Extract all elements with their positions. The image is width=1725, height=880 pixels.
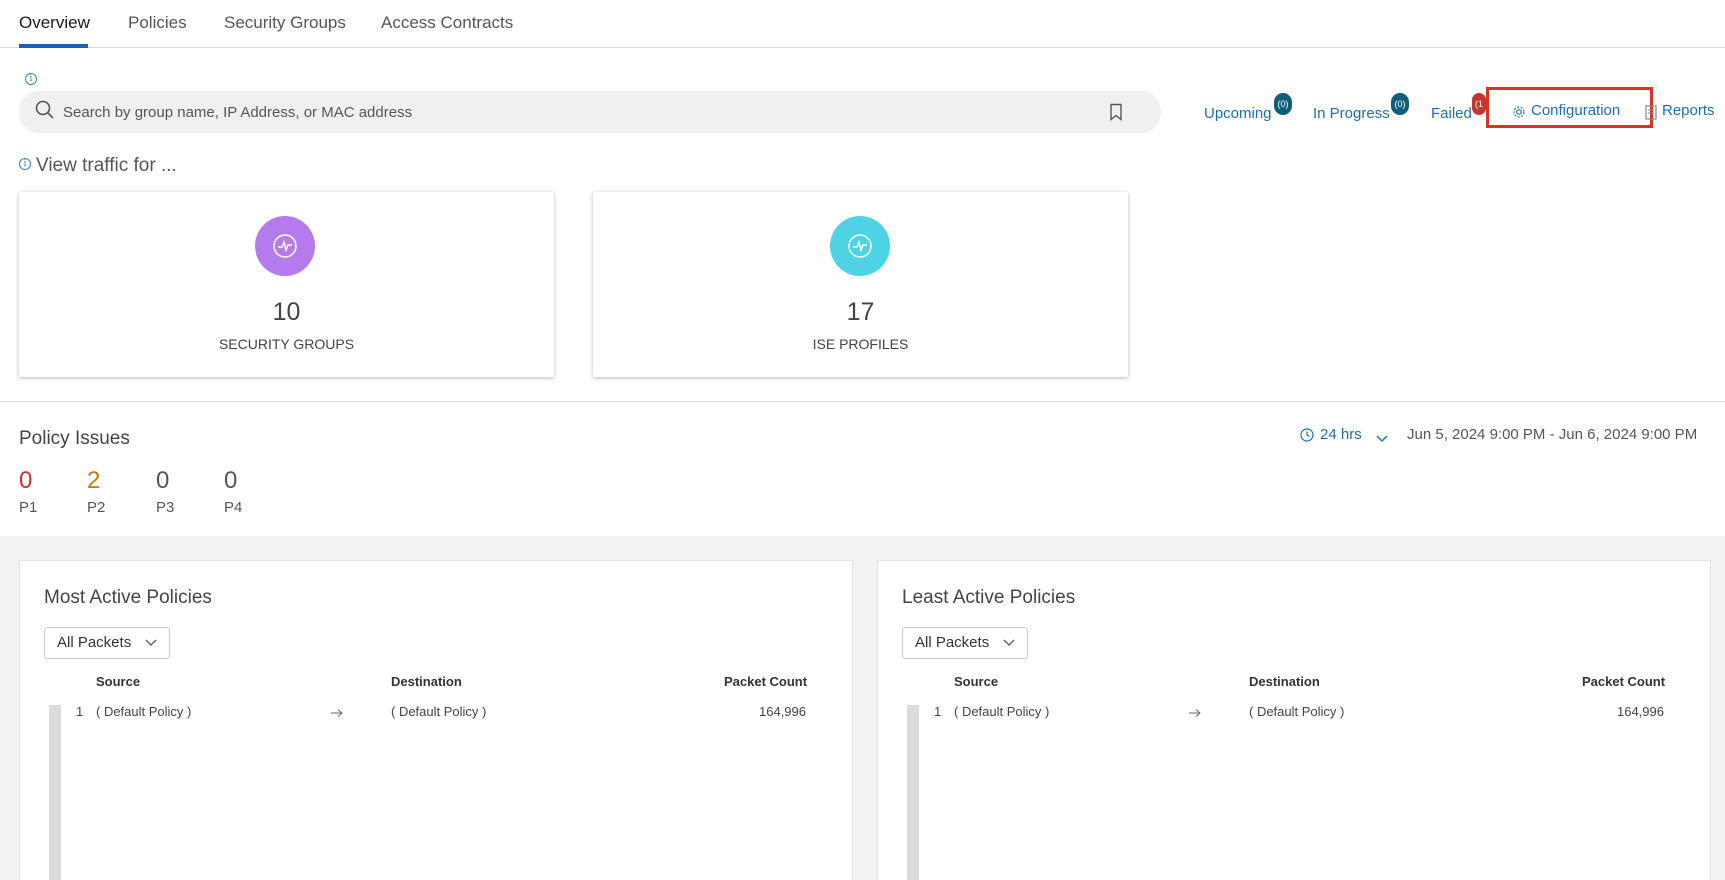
- upcoming-count-badge: (0): [1274, 93, 1292, 115]
- activity-icon: [273, 234, 297, 258]
- tab-bar: Overview Policies Security Groups Access…: [0, 0, 1725, 48]
- failed-link[interactable]: Failed: [1431, 105, 1472, 122]
- column-header-packet-count: Packet Count: [1582, 674, 1666, 689]
- arrow-right-icon: [1188, 705, 1202, 723]
- p2-value: 2: [87, 467, 101, 494]
- most-active-policies-panel: Most Active Policies All Packets Source …: [19, 560, 853, 880]
- column-header-destination: Destination: [1249, 674, 1320, 689]
- time-range-selector[interactable]: 24 hrs: [1320, 426, 1362, 443]
- row-index: 1: [76, 704, 84, 719]
- info-icon[interactable]: i: [19, 158, 31, 170]
- ise-profiles-label: ISE PROFILES: [812, 336, 909, 352]
- row-source[interactable]: ( Default Policy ): [96, 704, 191, 719]
- row-destination[interactable]: ( Default Policy ): [391, 704, 486, 719]
- dropdown-value: All Packets: [57, 634, 132, 651]
- upcoming-link[interactable]: Upcoming: [1204, 105, 1272, 122]
- row-packet-count: 164,996: [1617, 704, 1664, 719]
- search-icon: [35, 100, 55, 125]
- section-divider: [0, 401, 1725, 402]
- search-bar: [19, 91, 1161, 133]
- arrow-right-icon: [330, 705, 344, 723]
- chevron-down-icon: [145, 639, 157, 646]
- security-groups-count: 10: [272, 298, 301, 326]
- chevron-down-icon[interactable]: [1376, 430, 1388, 448]
- date-range: Jun 5, 2024 9:00 PM - Jun 6, 2024 9:00 P…: [1407, 426, 1698, 443]
- packets-filter-dropdown[interactable]: All Packets: [44, 627, 170, 659]
- panel-title: Least Active Policies: [902, 587, 1076, 608]
- security-groups-label: SECURITY GROUPS: [218, 336, 355, 352]
- least-active-policies-panel: Least Active Policies All Packets Source…: [877, 560, 1711, 880]
- row-packet-count: 164,996: [759, 704, 806, 719]
- in-progress-link[interactable]: In Progress: [1313, 105, 1390, 122]
- row-destination[interactable]: ( Default Policy ): [1249, 704, 1344, 719]
- row-source[interactable]: ( Default Policy ): [954, 704, 1049, 719]
- p2-label: P2: [87, 499, 106, 516]
- highlight-box: [1486, 87, 1653, 128]
- tab-policies[interactable]: Policies: [128, 13, 187, 33]
- activity-icon-circle: [255, 216, 315, 276]
- p4-label: P4: [224, 499, 243, 516]
- view-traffic-heading: View traffic for ...: [36, 155, 177, 176]
- chevron-down-icon: [1003, 639, 1015, 646]
- failed-count-badge: (1: [1472, 93, 1486, 115]
- reports-icon[interactable]: [1645, 105, 1657, 125]
- p3-value: 0: [156, 467, 170, 494]
- column-header-source: Source: [96, 674, 141, 689]
- p1-label: P1: [19, 499, 38, 516]
- tab-overview[interactable]: Overview: [19, 13, 90, 33]
- p4-value: 0: [224, 467, 238, 494]
- in-progress-count-badge: (0): [1391, 93, 1409, 115]
- active-tab-indicator: [19, 44, 88, 48]
- packet-bar: [49, 705, 61, 880]
- p3-label: P3: [156, 499, 175, 516]
- bookmark-icon[interactable]: [1109, 103, 1123, 126]
- policy-issues-title: Policy Issues: [19, 428, 130, 449]
- tab-security-groups[interactable]: Security Groups: [224, 13, 346, 33]
- panel-title: Most Active Policies: [44, 587, 212, 608]
- row-index: 1: [934, 704, 942, 719]
- packet-bar: [907, 705, 919, 880]
- column-header-packet-count: Packet Count: [724, 674, 808, 689]
- column-header-destination: Destination: [391, 674, 462, 689]
- activity-icon-circle: [830, 216, 890, 276]
- ise-profiles-card[interactable]: 17 ISE PROFILES: [593, 192, 1128, 377]
- reports-link[interactable]: Reports: [1662, 102, 1715, 119]
- ise-profiles-count: 17: [846, 298, 875, 326]
- search-input[interactable]: [63, 91, 1093, 133]
- activity-icon: [848, 234, 872, 258]
- dropdown-value: All Packets: [915, 634, 990, 651]
- security-groups-card[interactable]: 10 SECURITY GROUPS: [19, 192, 554, 377]
- info-icon[interactable]: i: [25, 73, 37, 85]
- clock-icon[interactable]: [1300, 428, 1314, 447]
- tab-access-contracts[interactable]: Access Contracts: [381, 13, 513, 33]
- p1-value: 0: [19, 467, 33, 494]
- column-header-source: Source: [954, 674, 999, 689]
- packets-filter-dropdown[interactable]: All Packets: [902, 627, 1028, 659]
